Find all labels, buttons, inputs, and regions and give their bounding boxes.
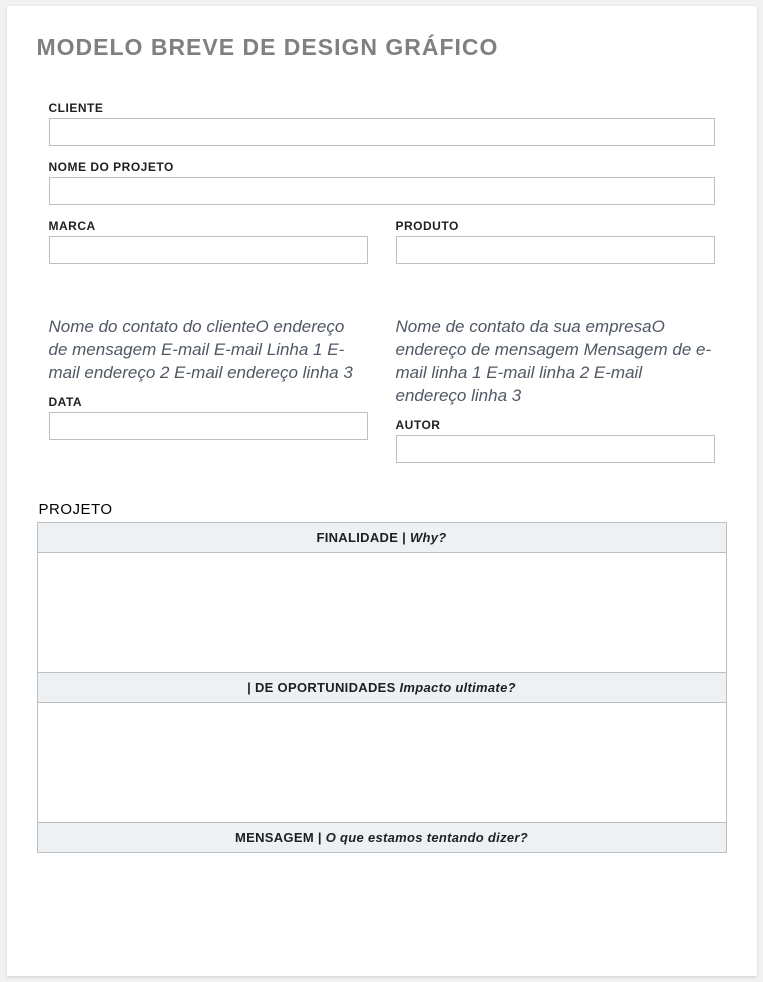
finalidade-header-b: Why? bbox=[410, 530, 447, 545]
client-contact-text: Nome do contato do clienteO endereço de … bbox=[49, 316, 368, 385]
data-input[interactable] bbox=[49, 412, 368, 440]
field-nome-projeto: NOME DO PROJETO bbox=[49, 160, 715, 205]
nome-projeto-label: NOME DO PROJETO bbox=[49, 160, 715, 174]
data-label: DATA bbox=[49, 395, 368, 409]
produto-input[interactable] bbox=[396, 236, 715, 264]
finalidade-input[interactable] bbox=[42, 554, 722, 665]
company-contact-block: Nome de contato da sua empresaO endereço… bbox=[396, 278, 715, 463]
autor-label: AUTOR bbox=[396, 418, 715, 432]
finalidade-cell bbox=[37, 552, 726, 672]
nome-projeto-input[interactable] bbox=[49, 177, 715, 205]
oportunidades-input[interactable] bbox=[42, 704, 722, 815]
page-title: MODELO BREVE DE DESIGN GRÁFICO bbox=[37, 34, 727, 61]
mensagem-header: MENSAGEM | O que estamos tentando dizer? bbox=[37, 822, 726, 852]
produto-label: PRODUTO bbox=[396, 219, 715, 233]
autor-input[interactable] bbox=[396, 435, 715, 463]
field-marca: MARCA bbox=[49, 219, 368, 264]
mensagem-header-b: O que estamos tentando dizer? bbox=[326, 830, 528, 845]
marca-label: MARCA bbox=[49, 219, 368, 233]
client-contact-block: Nome do contato do clienteO endereço de … bbox=[49, 278, 368, 463]
row-marca-produto: MARCA PRODUTO bbox=[49, 219, 715, 264]
finalidade-header-a: FINALIDADE | bbox=[316, 530, 409, 545]
top-fields-block: CLIENTE NOME DO PROJETO MARCA PRODUTO No… bbox=[37, 101, 727, 463]
field-produto: PRODUTO bbox=[396, 219, 715, 264]
mensagem-header-a: MENSAGEM | bbox=[235, 830, 326, 845]
cliente-label: CLIENTE bbox=[49, 101, 715, 115]
oportunidades-header-b: Impacto ultimate? bbox=[400, 680, 516, 695]
marca-input[interactable] bbox=[49, 236, 368, 264]
row-contacts: Nome do contato do clienteO endereço de … bbox=[49, 278, 715, 463]
cliente-input[interactable] bbox=[49, 118, 715, 146]
finalidade-header: FINALIDADE | Why? bbox=[37, 522, 726, 552]
company-contact-text: Nome de contato da sua empresaO endereço… bbox=[396, 316, 715, 408]
oportunidades-cell bbox=[37, 702, 726, 822]
projeto-section-label: PROJETO bbox=[39, 501, 727, 518]
oportunidades-header-a: | DE OPORTUNIDADES bbox=[247, 680, 399, 695]
field-cliente: CLIENTE bbox=[49, 101, 715, 146]
oportunidades-header: | DE OPORTUNIDADES Impacto ultimate? bbox=[37, 672, 726, 702]
page: MODELO BREVE DE DESIGN GRÁFICO CLIENTE N… bbox=[7, 6, 757, 976]
project-table: FINALIDADE | Why? | DE OPORTUNIDADES Imp… bbox=[37, 522, 727, 853]
